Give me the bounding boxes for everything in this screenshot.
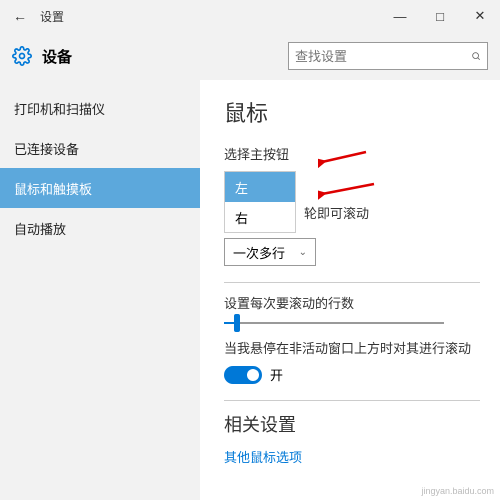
sidebar: 打印机和扫描仪 已连接设备 鼠标和触摸板 自动播放: [0, 80, 200, 500]
content: 打印机和扫描仪 已连接设备 鼠标和触摸板 自动播放 鼠标 选择主按钮 左 右 轮…: [0, 80, 500, 500]
related-heading: 相关设置: [224, 411, 480, 437]
sidebar-item-connected[interactable]: 已连接设备: [0, 128, 200, 168]
hover-scroll-toggle[interactable]: [224, 366, 262, 384]
close-button[interactable]: ✕: [460, 0, 500, 32]
toggle-state: 开: [270, 365, 283, 384]
watermark: jingyan.baidu.com: [421, 486, 494, 496]
primary-button-dropdown[interactable]: 左 右: [224, 171, 296, 233]
window-controls: — □ ✕: [380, 0, 500, 32]
sidebar-item-printers[interactable]: 打印机和扫描仪: [0, 88, 200, 128]
divider: [224, 282, 480, 283]
hover-scroll-label: 当我悬停在非活动窗口上方时对其进行滚动: [224, 338, 480, 357]
option-left[interactable]: 左: [225, 172, 295, 202]
main-panel: 鼠标 选择主按钮 左 右 轮即可滚动 一次多行 ⌄ 设置每次要滚动的行数 当我悬…: [200, 80, 500, 500]
titlebar: ← 设置 — □ ✕: [0, 0, 500, 32]
sidebar-item-mouse[interactable]: 鼠标和触摸板: [0, 168, 200, 208]
divider: [224, 400, 480, 401]
page-category: 设备: [42, 46, 72, 67]
option-right[interactable]: 右: [225, 202, 295, 232]
hover-toggle-row: 开: [224, 365, 480, 384]
search-icon: [471, 49, 481, 63]
minimize-button[interactable]: —: [380, 0, 420, 32]
slider-thumb[interactable]: [234, 314, 240, 332]
lines-label: 设置每次要滚动的行数: [224, 293, 480, 312]
chevron-down-icon: ⌄: [299, 247, 307, 258]
other-mouse-options-link[interactable]: 其他鼠标选项: [224, 447, 302, 466]
window-title: 设置: [40, 8, 64, 25]
lines-slider[interactable]: [224, 322, 444, 324]
scroll-suffix-text: 轮即可滚动: [304, 203, 500, 222]
maximize-button[interactable]: □: [420, 0, 460, 32]
toggle-knob: [247, 369, 259, 381]
header: 设备: [0, 32, 500, 80]
sidebar-item-autoplay[interactable]: 自动播放: [0, 208, 200, 248]
primary-button-label: 选择主按钮: [224, 144, 480, 163]
page-title: 鼠标: [224, 96, 480, 128]
scroll-mode-value: 一次多行: [233, 243, 285, 262]
gear-icon: [12, 46, 32, 66]
search-box[interactable]: [288, 42, 488, 70]
back-button[interactable]: ←: [8, 4, 32, 28]
search-input[interactable]: [295, 49, 471, 64]
scroll-mode-select[interactable]: 一次多行 ⌄: [224, 238, 316, 266]
